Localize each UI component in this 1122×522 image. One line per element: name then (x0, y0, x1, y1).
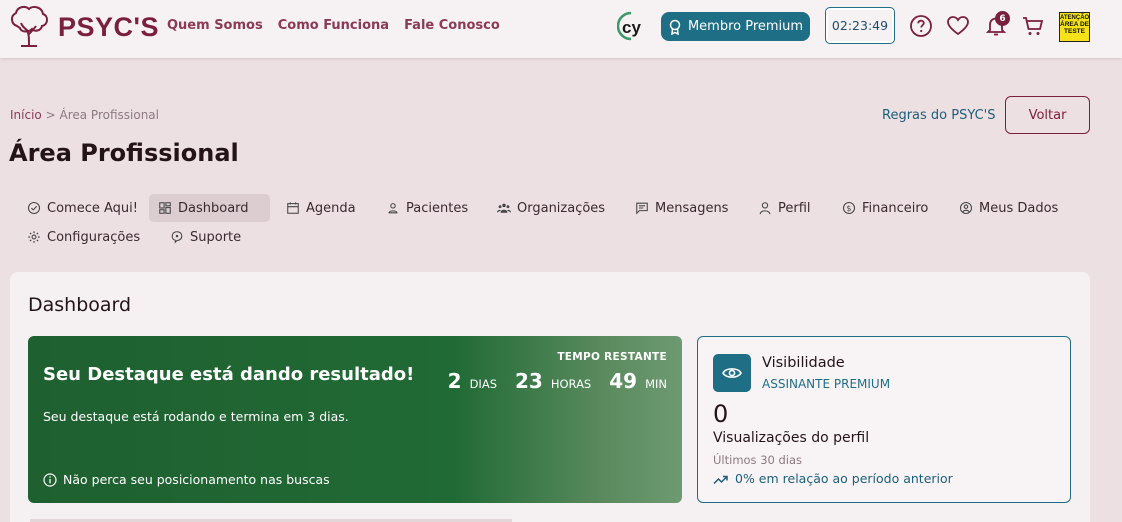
tab-label: Financeiro (862, 200, 929, 216)
breadcrumb-separator: > (45, 108, 56, 122)
breadcrumb: Início > Área Profissional (10, 108, 159, 122)
visibility-title: Visibilidade (762, 355, 845, 371)
rules-link[interactable]: Regras do PSYC'S (882, 108, 995, 123)
dashboard-icon (159, 202, 171, 214)
views-period: Últimos 30 dias (713, 453, 803, 467)
tab-label: Dashboard (178, 200, 249, 216)
highlight-note: Não perca seu posicionamento nas buscas (43, 472, 330, 487)
tab-perfil[interactable]: Perfil (749, 194, 820, 222)
brand-name: PSYC'S (58, 11, 159, 42)
countdown: 2 DIAS 23 HORAS 49 MIN (448, 369, 667, 393)
tab-comece-aqui[interactable]: Comece Aqui! (18, 194, 147, 222)
tab-label: Meus Dados (979, 200, 1059, 216)
breadcrumb-home[interactable]: Início (10, 108, 42, 122)
tab-configuracoes[interactable]: Configurações (18, 223, 149, 251)
help-icon[interactable] (909, 14, 933, 38)
top-header: PSYC'S Quem Somos Como Funciona Fale Con… (0, 0, 1122, 58)
tree-head-logo-icon (11, 5, 48, 47)
profile-views-count: 0 (713, 400, 729, 428)
main-nav: Quem Somos Como Funciona Fale Conosco (167, 18, 500, 33)
brand-logo[interactable]: PSYC'S (8, 4, 159, 50)
tab-label: Organizações (517, 200, 606, 216)
remaining-time-label: TEMPO RESTANTE (557, 351, 667, 363)
tab-organizacoes[interactable]: Organizações (488, 194, 614, 222)
countdown-days-unit: DIAS (469, 377, 497, 391)
tab-financeiro[interactable]: $ Financeiro (833, 194, 937, 222)
info-icon (43, 472, 57, 487)
gear-icon (28, 231, 40, 243)
tab-label: Configurações (47, 229, 141, 245)
highlight-card: Seu Destaque está dando resultado! Seu d… (28, 336, 682, 503)
highlight-title: Seu Destaque está dando resultado! (43, 364, 415, 385)
dollar-icon: $ (842, 201, 856, 215)
person-icon (759, 202, 771, 215)
nav-quem-somos[interactable]: Quem Somos (167, 18, 263, 33)
tab-label: Suporte (190, 229, 242, 245)
group-icon (497, 203, 511, 213)
visibility-subtitle: ASSINANTE PREMIUM (762, 377, 891, 391)
highlight-note-text: Não perca seu posicionamento nas buscas (63, 472, 330, 487)
session-timer: 02:23:49 (825, 7, 895, 44)
countdown-hours: 23 (515, 369, 543, 393)
tab-mensagens[interactable]: Mensagens (626, 194, 737, 222)
notification-count-badge: 6 (995, 11, 1010, 26)
nav-fale-conosco[interactable]: Fale Conosco (404, 18, 500, 33)
countdown-days: 2 (447, 369, 462, 393)
award-icon (669, 19, 681, 35)
tab-label: Mensagens (655, 200, 729, 216)
profile-views-label: Visualizações do perfil (713, 430, 870, 446)
dashboard-title: Dashboard (28, 294, 132, 316)
page-title: Área Profissional (9, 139, 239, 167)
eye-icon (722, 368, 742, 378)
tab-suporte[interactable]: Suporte (161, 223, 250, 251)
highlight-description: Seu destaque está rodando e termina em 3… (43, 409, 349, 424)
tab-meus-dados[interactable]: Meus Dados (950, 194, 1067, 222)
tab-dashboard[interactable]: Dashboard (149, 194, 270, 222)
countdown-minutes-unit: MIN (645, 377, 667, 391)
tab-label: Comece Aqui! (47, 200, 138, 216)
svg-text:cy: cy (622, 18, 641, 37)
countdown-minutes: 49 (609, 369, 638, 393)
svg-text:$: $ (846, 204, 851, 213)
cy-logo-icon[interactable]: cy (617, 10, 645, 42)
tab-label: Perfil (778, 200, 811, 216)
tab-pacientes[interactable]: Pacientes (377, 194, 477, 222)
test-badge-line2: ÁREA DE TESTE (1060, 21, 1090, 35)
views-trend: 0% em relação ao período anterior (713, 471, 953, 486)
message-icon (636, 202, 648, 215)
tab-label: Pacientes (406, 200, 469, 216)
calendar-icon (287, 202, 299, 214)
premium-member-button[interactable]: Membro Premium (661, 12, 810, 41)
visibility-card: Visibilidade ASSINANTE PREMIUM 0 Visuali… (697, 336, 1071, 503)
trending-up-icon (713, 475, 728, 484)
views-trend-text: 0% em relação ao período anterior (735, 471, 953, 486)
premium-label: Membro Premium (687, 19, 804, 34)
tab-label: Agenda (306, 200, 356, 216)
account-circle-icon (959, 201, 973, 215)
visibility-icon-box (713, 354, 751, 392)
countdown-hours-unit: HORAS (550, 377, 592, 391)
check-circle-icon (27, 201, 41, 215)
test-area-badge: ATENÇÃO ÁREA DE TESTE (1059, 12, 1090, 42)
dashboard-panel: Dashboard Seu Destaque está dando result… (10, 272, 1090, 522)
cart-icon[interactable] (1021, 14, 1045, 38)
heart-icon[interactable] (946, 14, 970, 38)
breadcrumb-current: Área Profissional (59, 108, 159, 122)
tab-agenda[interactable]: Agenda (277, 194, 365, 222)
support-icon (171, 231, 183, 244)
nav-como-funciona[interactable]: Como Funciona (278, 18, 389, 33)
user-icon (388, 203, 398, 214)
back-button[interactable]: Voltar (1005, 96, 1090, 134)
